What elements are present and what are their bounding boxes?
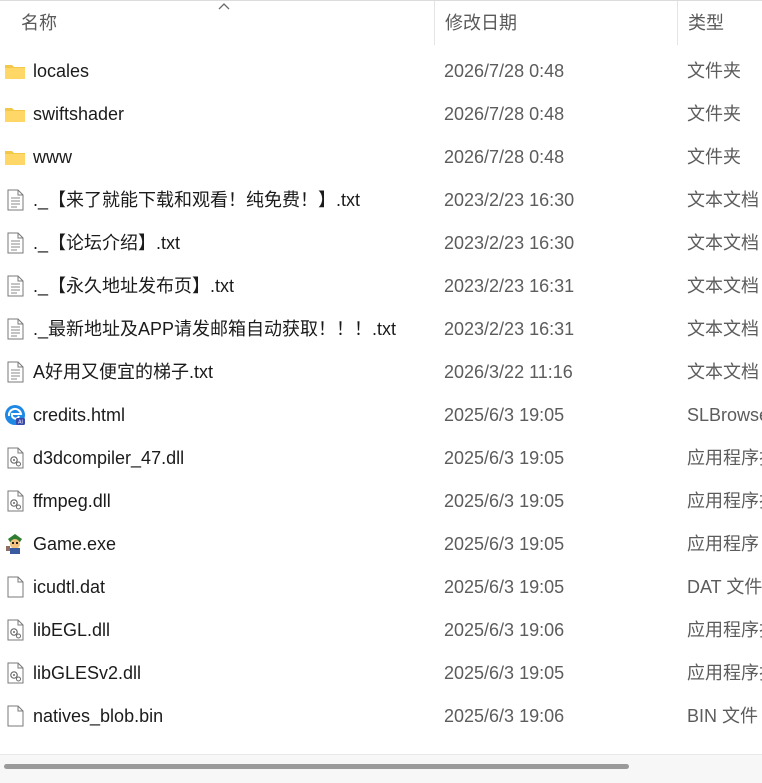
file-name: natives_blob.bin xyxy=(33,706,164,726)
file-name: libGLESv2.dll xyxy=(33,663,142,683)
file-date-modified: 2025/6/3 19:05 xyxy=(444,663,565,683)
file-type: 文本文档 xyxy=(687,276,759,296)
text-file-icon xyxy=(4,232,26,254)
file-type: 应用程序扩 xyxy=(687,663,762,683)
file-name: ._【论坛介绍】.txt xyxy=(33,233,181,253)
text-file-icon xyxy=(4,189,26,211)
file-date-modified: 2023/2/23 16:30 xyxy=(444,233,575,253)
file-name: locales xyxy=(33,61,90,81)
file-type: 文件夹 xyxy=(687,61,741,81)
folder-icon xyxy=(4,103,26,125)
blank-file-icon xyxy=(4,705,26,727)
file-type: 文件夹 xyxy=(687,104,741,124)
text-file-icon xyxy=(4,318,26,340)
file-date-modified: 2023/2/23 16:31 xyxy=(444,276,575,296)
file-date-modified: 2026/7/28 0:48 xyxy=(444,104,565,124)
file-name: icudtl.dat xyxy=(33,577,106,597)
file-row[interactable]: d3dcompiler_47.dll 2025/6/3 19:05 应用程序扩 xyxy=(0,437,762,480)
file-row[interactable]: AI credits.html 2025/6/3 19:05 SLBrowse xyxy=(0,394,762,437)
file-row[interactable]: www 2026/7/28 0:48 文件夹 xyxy=(0,136,762,179)
file-row[interactable]: Game.exe 2025/6/3 19:05 应用程序 xyxy=(0,523,762,566)
file-date-modified: 2025/6/3 19:06 xyxy=(444,620,565,640)
file-name: A好用又便宜的梯子.txt xyxy=(33,362,214,382)
file-row[interactable]: icudtl.dat 2025/6/3 19:05 DAT 文件 xyxy=(0,566,762,609)
file-type: 应用程序扩 xyxy=(687,620,762,640)
file-type: 文件夹 xyxy=(687,147,741,167)
file-type: 应用程序扩 xyxy=(687,448,762,468)
file-name: ._最新地址及APP请发邮箱自动获取！！！.txt xyxy=(33,319,397,339)
file-list: locales 2026/7/28 0:48 文件夹 swiftshader 2026/… xyxy=(0,50,762,738)
file-date-modified: 2025/6/3 19:05 xyxy=(444,534,565,554)
svg-text:AI: AI xyxy=(18,420,23,426)
file-row[interactable]: libEGL.dll 2025/6/3 19:06 应用程序扩 xyxy=(0,609,762,652)
blank-file-icon xyxy=(4,576,26,598)
file-type: SLBrowse xyxy=(687,405,762,425)
file-type: 文本文档 xyxy=(687,362,759,382)
file-row[interactable]: ._【永久地址发布页】.txt 2023/2/23 16:31 文本文档 xyxy=(0,265,762,308)
folder-icon xyxy=(4,60,26,82)
file-row[interactable]: ffmpeg.dll 2025/6/3 19:05 应用程序扩 xyxy=(0,480,762,523)
file-name: swiftshader xyxy=(33,104,125,124)
file-type: 应用程序 xyxy=(687,534,759,554)
file-name: d3dcompiler_47.dll xyxy=(33,448,185,468)
file-name: credits.html xyxy=(33,405,126,425)
file-name: ffmpeg.dll xyxy=(33,491,111,511)
dll-file-icon xyxy=(4,490,26,512)
file-type: 文本文档 xyxy=(687,233,759,253)
file-name: ._【来了就能下载和观看！纯免费！】.txt xyxy=(33,190,361,210)
file-date-modified: 2025/6/3 19:05 xyxy=(444,448,565,468)
file-name: ._【永久地址发布页】.txt xyxy=(33,276,235,296)
file-name: www xyxy=(33,147,72,167)
scrollbar-track xyxy=(0,754,762,755)
file-row[interactable]: locales 2026/7/28 0:48 文件夹 xyxy=(0,50,762,93)
file-date-modified: 2025/6/3 19:05 xyxy=(444,491,565,511)
file-date-modified: 2025/6/3 19:05 xyxy=(444,405,565,425)
file-date-modified: 2026/3/22 11:16 xyxy=(444,362,573,382)
file-type: 应用程序扩 xyxy=(687,491,762,511)
file-row[interactable]: swiftshader 2026/7/28 0:48 文件夹 xyxy=(0,93,762,136)
file-date-modified: 2025/6/3 19:05 xyxy=(444,577,565,597)
file-row[interactable]: ._【论坛介绍】.txt 2023/2/23 16:30 文本文档 xyxy=(0,222,762,265)
file-date-modified: 2023/2/23 16:31 xyxy=(444,319,575,339)
text-file-icon xyxy=(4,361,26,383)
text-file-icon xyxy=(4,275,26,297)
dll-file-icon xyxy=(4,662,26,684)
dll-file-icon xyxy=(4,447,26,469)
file-date-modified: 2026/7/28 0:48 xyxy=(444,61,565,81)
file-type: 文本文档 xyxy=(687,319,759,339)
file-type: BIN 文件 xyxy=(687,706,759,726)
file-row[interactable]: natives_blob.bin 2025/6/3 19:06 BIN 文件 xyxy=(0,695,762,738)
browser-html-icon: AI xyxy=(4,404,26,426)
file-date-modified: 2025/6/3 19:06 xyxy=(444,706,565,726)
file-type: 文本文档 xyxy=(687,190,759,210)
column-header-type[interactable]: 类型 xyxy=(677,1,762,45)
file-type: DAT 文件 xyxy=(687,577,762,597)
file-explorer-list: 名称 修改日期 类型 locales 2026/7/28 0:48 文件夹 swift… xyxy=(0,0,762,783)
horizontal-scrollbar[interactable] xyxy=(0,754,762,783)
dll-file-icon xyxy=(4,619,26,641)
file-row[interactable]: ._【来了就能下载和观看！纯免费！】.txt 2023/2/23 16:30 文本文… xyxy=(0,179,762,222)
file-date-modified: 2023/2/23 16:30 xyxy=(444,190,575,210)
scrollbar-thumb[interactable] xyxy=(4,764,629,769)
column-header-bar: 名称 修改日期 类型 xyxy=(0,0,762,45)
folder-icon xyxy=(4,146,26,168)
game-exe-icon xyxy=(4,533,26,555)
file-row[interactable]: ._最新地址及APP请发邮箱自动获取！！！.txt 2023/2/23 16:31… xyxy=(0,308,762,351)
file-row[interactable]: A好用又便宜的梯子.txt 2026/3/22 11:16 文本文档 xyxy=(0,351,762,394)
file-row[interactable]: libGLESv2.dll 2025/6/3 19:05 应用程序扩 xyxy=(0,652,762,695)
file-name: libEGL.dll xyxy=(33,620,111,640)
file-name: Game.exe xyxy=(33,534,117,554)
file-date-modified: 2026/7/28 0:48 xyxy=(444,147,565,167)
column-header-date-modified[interactable]: 修改日期 xyxy=(434,1,677,45)
sort-ascending-icon xyxy=(218,3,230,10)
